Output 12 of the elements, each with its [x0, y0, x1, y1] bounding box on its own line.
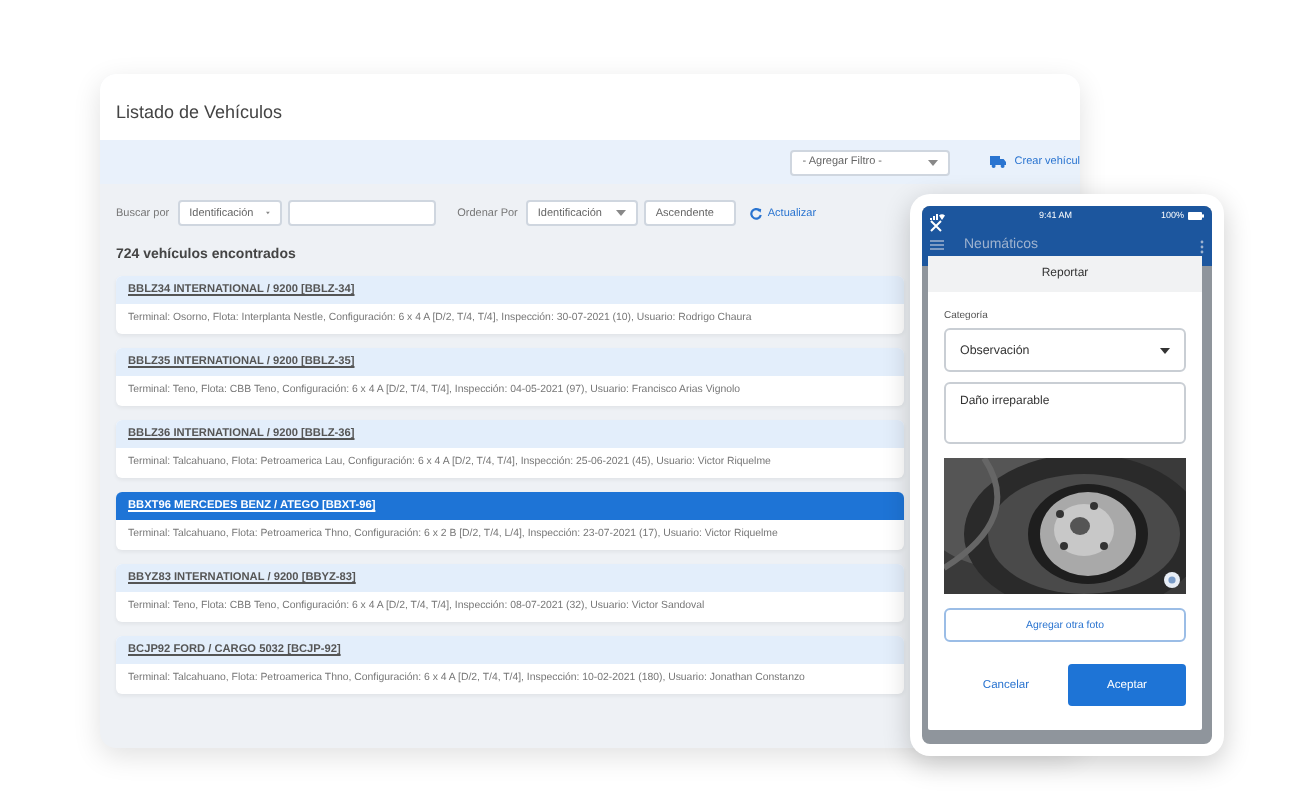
signal-icon [930, 211, 950, 219]
battery-icon [1188, 211, 1204, 219]
close-icon[interactable] [930, 220, 942, 232]
camera-icon[interactable] [1164, 572, 1180, 588]
truck-icon [990, 156, 1007, 168]
refresh-icon [749, 207, 762, 219]
menu-icon[interactable] [930, 240, 944, 250]
window-title: Listado de Vehículos [116, 102, 283, 122]
caret-icon [928, 159, 939, 165]
caret-icon [1160, 347, 1170, 353]
caret-icon [615, 210, 626, 216]
search-field[interactable] [287, 200, 436, 226]
